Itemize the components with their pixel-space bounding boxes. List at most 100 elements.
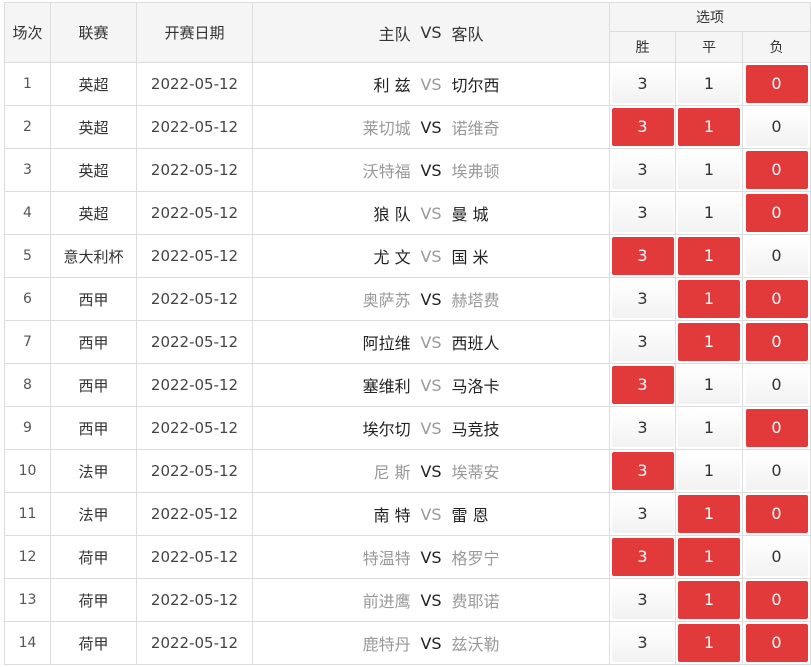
opt-draw-cell: 1 [675, 234, 743, 278]
option-draw-button[interactable]: 1 [678, 366, 740, 404]
header-league: 联赛 [50, 2, 137, 63]
opt-draw-cell: 1 [675, 578, 743, 622]
away-team: 雷 恩 [451, 506, 489, 525]
option-win-button[interactable]: 3 [611, 538, 674, 576]
vs-label: VS [420, 504, 442, 524]
away-team: 西班人 [451, 334, 500, 353]
opt-draw-cell: 1 [675, 621, 743, 665]
opt-win-cell: 3 [609, 492, 676, 536]
option-win-button[interactable]: 3 [611, 366, 674, 404]
option-win-button[interactable]: 3 [611, 624, 674, 662]
vs-label: VS [420, 547, 442, 567]
match-date: 2022-05-12 [136, 406, 253, 450]
opt-lose-cell: 0 [741, 406, 811, 450]
away-team: 兹沃勒 [451, 635, 500, 654]
league-name: 荷甲 [50, 621, 137, 665]
table-row: 3 英超 2022-05-12 沃特福 VS 埃弗顿 3 1 0 [4, 148, 811, 192]
option-win-button[interactable]: 3 [611, 151, 674, 189]
match-date: 2022-05-12 [136, 105, 253, 149]
option-draw-button[interactable]: 1 [678, 409, 740, 447]
opt-lose-cell: 0 [741, 234, 811, 278]
opt-lose-cell: 0 [741, 621, 811, 665]
opt-draw-cell: 1 [675, 191, 743, 235]
home-team: 鹿特丹 [362, 635, 411, 654]
option-win-button[interactable]: 3 [611, 280, 674, 318]
league-name: 意大利杯 [50, 234, 137, 278]
away-team: 费耶诺 [451, 592, 500, 611]
league-name: 法甲 [50, 449, 137, 493]
option-lose-button[interactable]: 0 [745, 108, 808, 146]
home-team: 塞维利 [362, 377, 411, 396]
option-win-button[interactable]: 3 [611, 495, 674, 533]
league-name: 西甲 [50, 363, 137, 407]
option-lose-button[interactable]: 0 [745, 409, 808, 447]
opt-lose-cell: 0 [741, 449, 811, 493]
table-row: 2 英超 2022-05-12 莱切城 VS 诺维奇 3 1 0 [4, 105, 811, 149]
option-draw-button[interactable]: 1 [678, 538, 740, 576]
option-lose-button[interactable]: 0 [745, 624, 808, 662]
option-draw-button[interactable]: 1 [678, 108, 740, 146]
option-draw-button[interactable]: 1 [678, 194, 740, 232]
option-draw-button[interactable]: 1 [678, 323, 740, 361]
option-lose-button[interactable]: 0 [745, 538, 808, 576]
option-win-button[interactable]: 3 [611, 108, 674, 146]
home-team: 利 兹 [373, 76, 411, 95]
option-lose-button[interactable]: 0 [745, 323, 808, 361]
option-draw-button[interactable]: 1 [678, 624, 740, 662]
option-win-button[interactable]: 3 [611, 65, 674, 103]
home-team: 埃尔切 [362, 420, 411, 439]
option-draw-button[interactable]: 1 [678, 151, 740, 189]
opt-draw-cell: 1 [675, 363, 743, 407]
option-win-button[interactable]: 3 [611, 581, 674, 619]
league-name: 西甲 [50, 406, 137, 450]
option-draw-button[interactable]: 1 [678, 581, 740, 619]
opt-draw-cell: 1 [675, 492, 743, 536]
option-lose-button[interactable]: 0 [745, 366, 808, 404]
match-teams: 前进鹰 VS 费耶诺 [252, 578, 610, 622]
option-win-button[interactable]: 3 [611, 237, 674, 275]
opt-win-cell: 3 [609, 277, 676, 321]
option-win-button[interactable]: 3 [611, 194, 674, 232]
opt-win-cell: 3 [609, 191, 676, 235]
away-team: 赫塔费 [451, 291, 500, 310]
opt-lose-cell: 0 [741, 62, 811, 106]
header-opt-draw: 平 [675, 31, 743, 63]
home-team: 尤 文 [373, 248, 411, 267]
match-date: 2022-05-12 [136, 234, 253, 278]
away-team: 国 米 [451, 248, 489, 267]
opt-lose-cell: 0 [741, 320, 811, 364]
option-draw-button[interactable]: 1 [678, 495, 740, 533]
option-lose-button[interactable]: 0 [745, 151, 808, 189]
option-lose-button[interactable]: 0 [745, 194, 808, 232]
option-win-button[interactable]: 3 [611, 409, 674, 447]
opt-draw-cell: 1 [675, 320, 743, 364]
match-index: 13 [4, 578, 51, 622]
option-draw-button[interactable]: 1 [678, 237, 740, 275]
opt-win-cell: 3 [609, 406, 676, 450]
opt-draw-cell: 1 [675, 277, 743, 321]
option-lose-button[interactable]: 0 [745, 495, 808, 533]
table-row: 4 英超 2022-05-12 狼 队 VS 曼 城 310 [4, 191, 811, 235]
option-lose-button[interactable]: 0 [745, 452, 808, 490]
option-draw-button[interactable]: 1 [678, 280, 740, 318]
header-teams: 主队 VS 客队 [252, 2, 610, 63]
table-row: 13 荷甲 2022-05-12 前进鹰 VS 费耶诺 3 1 0 [4, 578, 811, 622]
opt-lose-cell: 0 [741, 191, 811, 235]
option-lose-button[interactable]: 0 [745, 581, 808, 619]
vs-label: VS [420, 418, 442, 438]
option-lose-button[interactable]: 0 [745, 65, 808, 103]
opt-lose-cell: 0 [741, 492, 811, 536]
match-teams: 沃特福 VS 埃弗顿 [252, 148, 610, 192]
option-lose-button[interactable]: 0 [745, 237, 808, 275]
option-win-button[interactable]: 3 [611, 452, 674, 490]
option-win-button[interactable]: 3 [611, 323, 674, 361]
vs-label: VS [420, 375, 442, 395]
option-draw-button[interactable]: 1 [678, 452, 740, 490]
opt-draw-cell: 1 [675, 406, 743, 450]
option-draw-button[interactable]: 1 [678, 65, 740, 103]
vs-label: VS [420, 74, 442, 94]
option-lose-button[interactable]: 0 [745, 280, 808, 318]
league-name: 西甲 [50, 277, 137, 321]
table-header: 场次 联赛 开赛日期 主队 VS 客队 选项 胜 平 负 [4, 2, 811, 63]
away-team: 埃蒂安 [451, 463, 500, 482]
